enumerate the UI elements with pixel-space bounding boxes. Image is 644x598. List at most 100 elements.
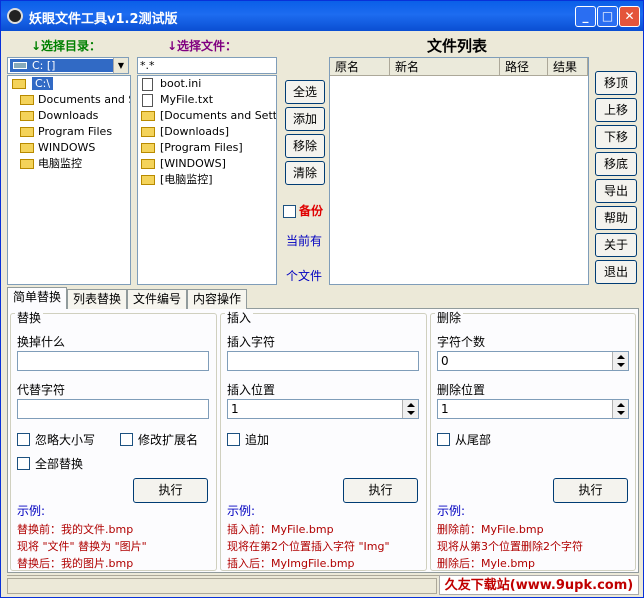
column-header-original[interactable]: 原名 [330,58,390,76]
replace-example-3: 替换后：我的图片.bmp [17,557,134,570]
open-folder-icon [12,79,26,89]
arrow-down-icon[interactable] [617,363,625,367]
dir-item[interactable]: Documents and Se [8,92,130,108]
file-item[interactable]: [电脑监控] [138,172,276,188]
insert-group-title: 插入 [225,309,254,326]
tab-content-ops[interactable]: 内容操作 [187,289,248,309]
folder-icon [20,111,34,121]
insert-exec-button[interactable]: 执行 [343,478,418,503]
insert-example-3: 插入后：MyImgFile.bmp [227,557,355,570]
arrow-up-icon[interactable] [407,403,415,407]
from-end-checkbox[interactable] [437,433,450,446]
folder-icon [20,95,34,105]
change-ext-checkbox[interactable] [120,433,133,446]
tab-file-number[interactable]: 文件编号 [127,289,188,309]
move-top-button[interactable]: 移顶 [595,71,637,95]
move-up-button[interactable]: 上移 [595,98,637,122]
change-ext-label: 修改扩展名 [138,433,199,447]
insert-pos-label: 插入位置 [227,383,276,397]
replace-what-input[interactable] [17,351,209,371]
replace-all-label: 全部替换 [35,457,84,471]
chevron-down-icon[interactable]: ▼ [113,58,128,73]
help-button[interactable]: 帮助 [595,206,637,230]
title-bar[interactable]: 妖眼文件工具v1.2测试版 _ □ ✕ [1,1,643,31]
file-item[interactable]: boot.ini [138,76,276,92]
insert-example-1: 插入前：MyFile.bmp [227,523,334,536]
file-list-title: 文件列表 [427,37,488,55]
folder-icon [141,159,155,169]
about-button[interactable]: 关于 [595,233,637,257]
spin-buttons[interactable] [612,400,628,418]
exit-button[interactable]: 退出 [595,260,637,284]
append-checkbox[interactable] [227,433,240,446]
dir-item[interactable]: Program Files [8,124,130,140]
replace-what-label: 换掉什么 [17,335,66,349]
column-header-result[interactable]: 结果 [548,58,588,76]
arrow-down-icon[interactable] [407,411,415,415]
from-end-label: 从尾部 [455,433,492,447]
file-item[interactable]: [Program Files] [138,140,276,156]
delete-exec-button[interactable]: 执行 [553,478,628,503]
clear-button[interactable]: 清除 [285,161,325,185]
tab-list-replace[interactable]: 列表替换 [67,289,128,309]
minimize-button[interactable]: _ [575,6,596,27]
move-down-button[interactable]: 下移 [595,125,637,149]
file-list[interactable]: boot.ini MyFile.txt [Documents and Setti… [137,75,277,285]
replace-example-1: 替换前：我的文件.bmp [17,523,134,536]
add-button[interactable]: 添加 [285,107,325,131]
select-all-button[interactable]: 全选 [285,80,325,104]
ignore-case-checkbox[interactable] [17,433,30,446]
tab-simple-replace[interactable]: 简单替换 [7,287,68,309]
file-list-view[interactable]: 原名 新名 路径 结果 [329,57,589,285]
folder-icon [20,159,34,169]
count-text-2: 个文件 [286,269,323,283]
arrow-up-icon[interactable] [617,355,625,359]
maximize-button[interactable]: □ [597,6,618,27]
spin-buttons[interactable] [402,400,418,418]
dir-item[interactable]: WINDOWS [8,140,130,156]
select-dir-label: ↓选择目录： [31,39,102,53]
ignore-case-label: 忽略大小写 [35,433,96,447]
backup-checkbox[interactable] [283,205,296,218]
export-button[interactable]: 导出 [595,179,637,203]
insert-pos-stepper[interactable]: 1 [227,399,419,419]
column-header-path[interactable]: 路径 [500,58,548,76]
spin-buttons[interactable] [612,352,628,370]
delete-count-stepper[interactable]: 0 [437,351,629,371]
replace-with-input[interactable] [17,399,209,419]
file-item[interactable]: [WINDOWS] [138,156,276,172]
app-icon [7,8,23,24]
file-icon [142,78,153,91]
insert-chars-input[interactable] [227,351,419,371]
file-item[interactable]: [Documents and Settings] [138,108,276,124]
file-filter-input[interactable]: *.* [137,57,277,74]
file-icon [142,94,153,107]
replace-exec-button[interactable]: 执行 [133,478,208,503]
app-window: 妖眼文件工具v1.2测试版 _ □ ✕ ↓选择目录： C: [] ▼ C:\ D… [0,0,644,598]
window-title: 妖眼文件工具v1.2测试版 [29,12,178,27]
directory-list[interactable]: C:\ Documents and Se Downloads Program F… [7,75,131,285]
replace-group-title: 替换 [15,309,44,326]
arrow-down-icon[interactable] [617,411,625,415]
backup-label: 备份 [299,204,324,218]
file-item[interactable]: [Downloads] [138,124,276,140]
replace-all-checkbox[interactable] [17,457,30,470]
dir-item[interactable]: Downloads [8,108,130,124]
file-item[interactable]: MyFile.txt [138,92,276,108]
remove-button[interactable]: 移除 [285,134,325,158]
dir-item[interactable]: 电脑监控 [8,156,130,172]
column-header-new-name[interactable]: 新名 [390,58,500,76]
folder-icon [141,111,155,121]
status-pane [7,578,437,594]
folder-icon [141,127,155,137]
delete-pos-label: 删除位置 [437,383,486,397]
delete-pos-stepper[interactable]: 1 [437,399,629,419]
folder-icon [20,143,34,153]
delete-example-1: 删除前：MyFile.bmp [437,523,544,536]
drive-select[interactable]: C: [] ▼ [7,57,129,74]
delete-group-title: 删除 [435,309,464,326]
dir-item-root[interactable]: C:\ [8,76,130,92]
move-bottom-button[interactable]: 移底 [595,152,637,176]
close-button[interactable]: ✕ [619,6,640,27]
arrow-up-icon[interactable] [617,403,625,407]
